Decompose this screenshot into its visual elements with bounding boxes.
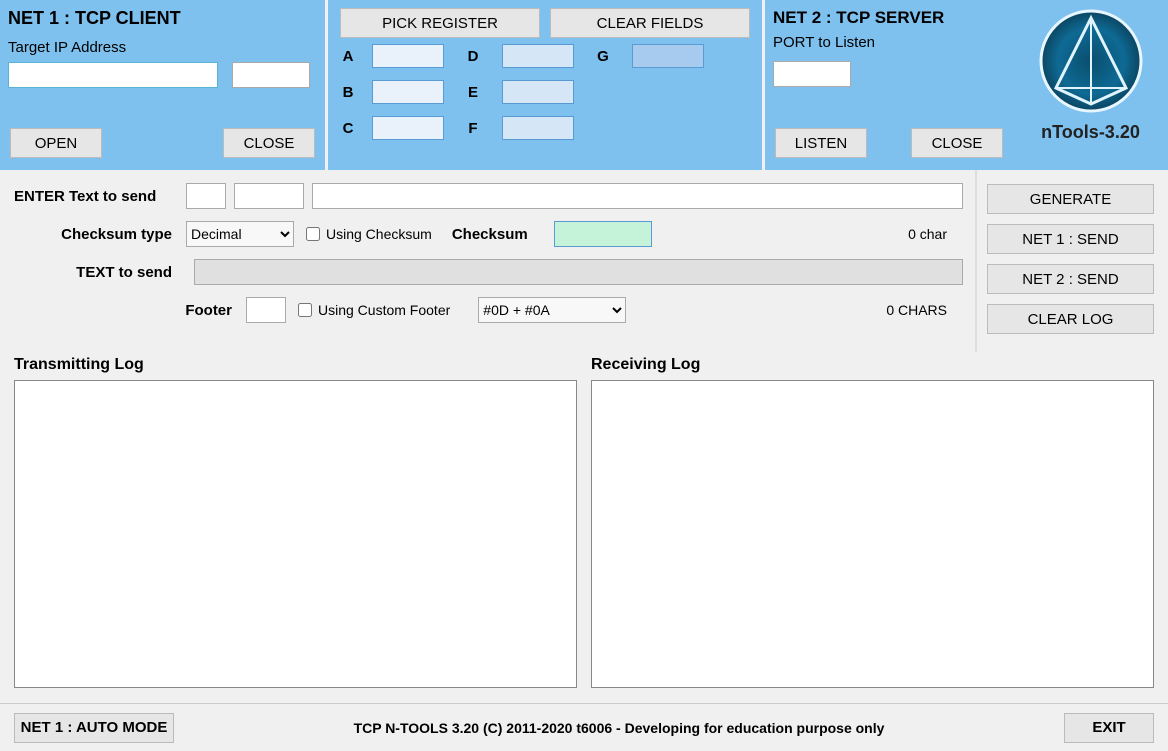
checksum-type-label: Checksum type: [14, 226, 186, 243]
enter-text-prefix1[interactable]: [186, 183, 226, 209]
reg-f-input[interactable]: [502, 116, 574, 140]
net1-panel: NET 1 : TCP CLIENT Target IP Address OPE…: [0, 0, 325, 170]
logo-panel: nTools-3.20: [1013, 0, 1168, 170]
net2-send-button[interactable]: NET 2 : SEND: [987, 264, 1154, 294]
reg-g-input[interactable]: [632, 44, 704, 68]
net1-ip-input[interactable]: [8, 62, 218, 88]
rx-log-column: Receiving Log: [591, 356, 1154, 688]
net1-send-button[interactable]: NET 1 : SEND: [987, 224, 1154, 254]
using-checksum-label: Using Checksum: [326, 226, 432, 242]
generate-button[interactable]: GENERATE: [987, 184, 1154, 214]
reg-label-g: G: [588, 48, 618, 65]
form-panel: ENTER Text to send Checksum type Decimal…: [0, 170, 975, 352]
net1-ip-label: Target IP Address: [8, 39, 317, 56]
checksum-label: Checksum: [452, 226, 542, 243]
net2-panel: NET 2 : TCP SERVER PORT to Listen LISTEN…: [765, 0, 1013, 170]
text-to-send-label: TEXT to send: [14, 264, 186, 281]
net2-port-label: PORT to Listen: [773, 34, 1005, 51]
reg-label-c: C: [338, 120, 358, 137]
net2-close-button[interactable]: CLOSE: [911, 128, 1003, 158]
footer-label: Footer: [14, 302, 246, 319]
reg-c-input[interactable]: [372, 116, 444, 140]
using-custom-footer-checkbox[interactable]: [298, 303, 312, 317]
footer-input[interactable]: [246, 297, 286, 323]
enter-text-prefix2[interactable]: [234, 183, 304, 209]
net2-title: NET 2 : TCP SERVER: [773, 8, 1005, 28]
tx-log-title: Transmitting Log: [14, 356, 577, 374]
copyright-text: TCP N-TOOLS 3.20 (C) 2011-2020 t6006 - D…: [174, 720, 1064, 736]
reg-a-input[interactable]: [372, 44, 444, 68]
reg-label-d: D: [458, 48, 488, 65]
auto-mode-button[interactable]: NET 1 : AUTO MODE: [14, 713, 174, 743]
net1-close-button[interactable]: CLOSE: [223, 128, 315, 158]
reg-d-input[interactable]: [502, 44, 574, 68]
footer-bar: NET 1 : AUTO MODE TCP N-TOOLS 3.20 (C) 2…: [0, 703, 1168, 751]
net2-listen-button[interactable]: LISTEN: [775, 128, 867, 158]
checksum-type-select[interactable]: Decimal: [186, 221, 294, 247]
net2-port-input[interactable]: [773, 61, 851, 87]
char-count: 0 char: [908, 226, 963, 242]
pick-register-button[interactable]: PICK REGISTER: [340, 8, 540, 38]
using-checksum-checkbox[interactable]: [306, 227, 320, 241]
footer-select[interactable]: #0D + #0A: [478, 297, 626, 323]
reg-label-a: A: [338, 48, 358, 65]
enter-text-main[interactable]: [312, 183, 963, 209]
tx-log-box[interactable]: [14, 380, 577, 688]
text-to-send-output: [194, 259, 963, 285]
reg-e-input[interactable]: [502, 80, 574, 104]
register-panel: PICK REGISTER CLEAR FIELDS A D G B E C F: [325, 0, 765, 170]
tx-log-column: Transmitting Log: [14, 356, 577, 688]
clear-fields-button[interactable]: CLEAR FIELDS: [550, 8, 750, 38]
net1-open-button[interactable]: OPEN: [10, 128, 102, 158]
chars-count: 0 CHARS: [886, 302, 963, 318]
exit-button[interactable]: EXIT: [1064, 713, 1154, 743]
reg-b-input[interactable]: [372, 80, 444, 104]
net1-port-input[interactable]: [232, 62, 310, 88]
reg-label-e: E: [458, 84, 488, 101]
reg-label-f: F: [458, 120, 488, 137]
rx-log-box[interactable]: [591, 380, 1154, 688]
using-custom-footer-label: Using Custom Footer: [318, 302, 450, 318]
app-logo-icon: [1036, 6, 1146, 116]
rx-log-title: Receiving Log: [591, 356, 1154, 374]
checksum-value[interactable]: [554, 221, 652, 247]
net1-title: NET 1 : TCP CLIENT: [8, 8, 317, 29]
enter-text-label: ENTER Text to send: [14, 188, 186, 205]
reg-label-b: B: [338, 84, 358, 101]
action-buttons: GENERATE NET 1 : SEND NET 2 : SEND CLEAR…: [975, 170, 1168, 352]
brand-text: nTools-3.20: [1019, 122, 1162, 143]
clear-log-button[interactable]: CLEAR LOG: [987, 304, 1154, 334]
